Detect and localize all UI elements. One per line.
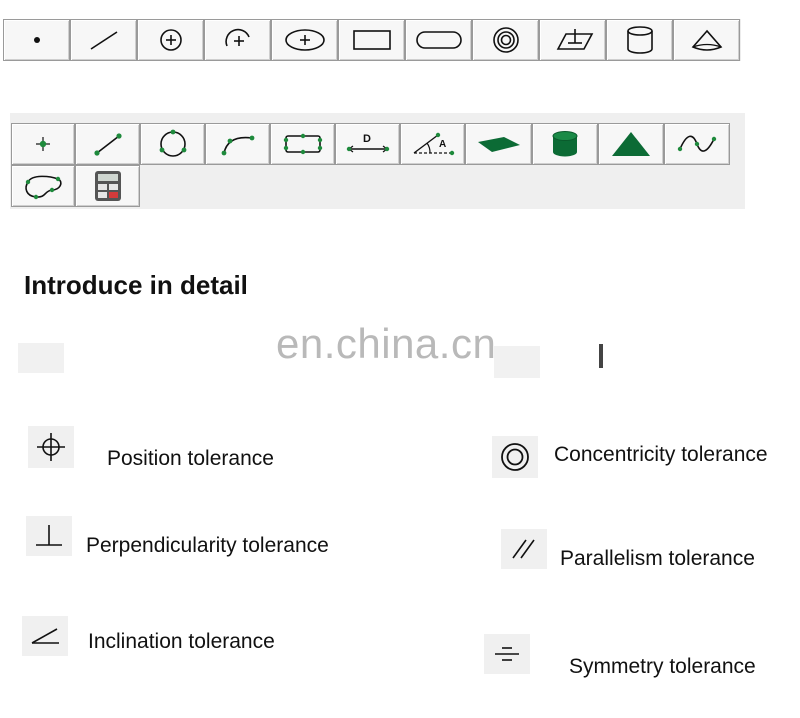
inclination-tolerance-label: Inclination tolerance	[88, 630, 275, 653]
section-heading: Introduce in detail	[24, 270, 248, 300]
circle-measure-icon	[159, 129, 186, 157]
line-measure-button[interactable]	[75, 123, 140, 165]
point-button[interactable]	[3, 19, 70, 61]
calculator-button[interactable]	[75, 165, 140, 207]
circle-center-icon	[159, 29, 182, 51]
rectangle-button[interactable]	[338, 19, 405, 61]
symmetry-icon	[495, 647, 519, 661]
parallelism-tolerance-label: Parallelism tolerance	[560, 547, 755, 570]
ellipse-button[interactable]	[271, 19, 338, 61]
rectangle-icon	[352, 30, 391, 50]
blurred-image-right	[494, 346, 540, 378]
line-button[interactable]	[70, 19, 137, 61]
perpendicularity-tolerance-label: Perpendicularity tolerance	[86, 534, 329, 557]
line-measure-icon	[93, 133, 122, 156]
perpendicularity-icon	[36, 525, 62, 546]
rectangle-measure-icon	[283, 133, 322, 155]
cone-measure-icon	[612, 132, 650, 156]
slot-icon	[415, 31, 462, 49]
toolbar-measure: D A	[10, 113, 745, 209]
circle-button[interactable]	[137, 19, 204, 61]
position-tolerance-symbol	[28, 426, 74, 468]
freeform-icon	[25, 175, 62, 200]
parallelism-icon	[512, 539, 535, 559]
point-measure-button[interactable]	[11, 123, 75, 165]
curve-icon	[677, 135, 717, 152]
watermark: en.china.cn	[276, 320, 497, 367]
concentricity-icon	[501, 443, 529, 471]
point-icon	[33, 37, 40, 43]
concentricity-tolerance-symbol	[492, 436, 538, 478]
symmetry-tolerance-label: Symmetry tolerance	[569, 655, 756, 678]
distance-icon: D	[346, 133, 389, 153]
plane-icon	[556, 29, 593, 50]
arc-measure-button[interactable]	[205, 123, 270, 165]
point-measure-icon	[36, 137, 50, 151]
svg-text:A: A	[439, 139, 446, 150]
inclination-tolerance-symbol	[22, 616, 68, 656]
plane-measure-icon	[477, 137, 520, 152]
arc-button[interactable]	[204, 19, 271, 61]
concentric-circles-icon	[492, 27, 519, 53]
circle-measure-button[interactable]	[140, 123, 205, 165]
cone-icon	[691, 29, 722, 51]
arc-icon	[224, 28, 250, 47]
plane-button[interactable]	[539, 19, 606, 61]
line-icon	[90, 31, 117, 50]
position-icon	[37, 433, 65, 461]
cone-button[interactable]	[673, 19, 740, 61]
slot-button[interactable]	[405, 19, 472, 61]
rectangle-measure-button[interactable]	[270, 123, 335, 165]
symmetry-tolerance-symbol	[484, 634, 530, 674]
cylinder-icon	[626, 26, 653, 54]
cylinder-measure-icon	[552, 131, 578, 157]
parallelism-tolerance-symbol	[501, 529, 547, 569]
curve-button[interactable]	[664, 123, 730, 165]
concentricity-tolerance-label: Concentricity tolerance	[554, 443, 768, 466]
cone-measure-button[interactable]	[598, 123, 664, 165]
cylinder-button[interactable]	[606, 19, 673, 61]
concentric-button[interactable]	[472, 19, 539, 61]
distance-button[interactable]: D	[335, 123, 400, 165]
position-tolerance-label: Position tolerance	[107, 447, 274, 470]
arc-measure-icon	[221, 135, 254, 156]
calculator-icon	[94, 171, 121, 201]
freeform-button[interactable]	[11, 165, 75, 207]
perpendicularity-tolerance-symbol	[26, 516, 72, 556]
svg-text:D: D	[363, 133, 371, 145]
blurred-image-left	[18, 343, 64, 373]
divider-mark	[599, 344, 603, 368]
plane-measure-button[interactable]	[465, 123, 532, 165]
angle-icon: A	[413, 132, 454, 156]
angle-button[interactable]: A	[400, 123, 465, 165]
cylinder-measure-button[interactable]	[532, 123, 598, 165]
inclination-icon	[31, 628, 59, 644]
toolbar-geometry	[3, 19, 741, 61]
ellipse-center-icon	[284, 29, 325, 51]
